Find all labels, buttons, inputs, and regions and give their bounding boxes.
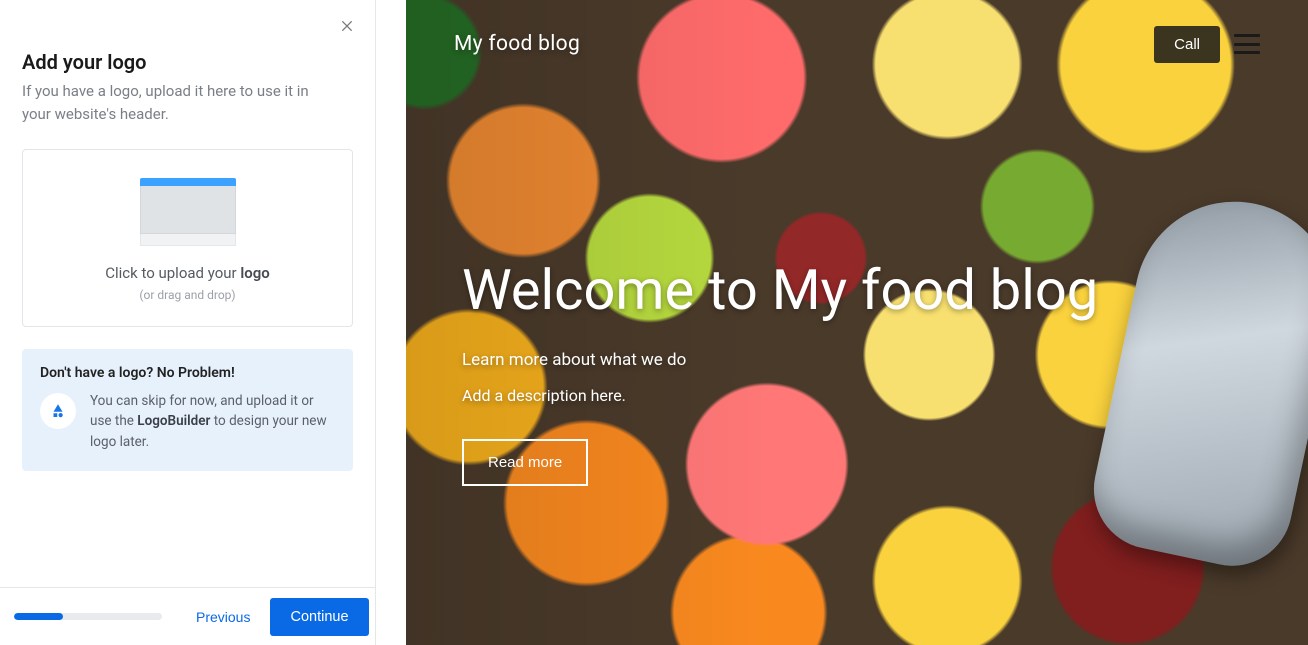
upload-text-prefix: Click to upload your [105, 264, 240, 282]
topbar-actions: Call [1154, 26, 1260, 63]
logo-tip-box: Don't have a logo? No Problem! You can s… [22, 349, 353, 472]
wizard-sidebar: Add your logo If you have a logo, upload… [0, 0, 376, 645]
upload-placeholder-icon [140, 178, 236, 246]
preview-topbar: My food blog Call [454, 24, 1260, 64]
panel-title: Add your logo [22, 50, 353, 74]
hamburger-menu-icon[interactable] [1234, 34, 1260, 54]
logobuilder-icon [40, 393, 76, 429]
site-preview: My food blog Call Welcome to My food blo… [406, 0, 1308, 645]
upload-text: Click to upload your logo [43, 264, 332, 282]
wizard-progress-fill [14, 613, 63, 620]
upload-drag-hint: (or drag and drop) [43, 288, 332, 302]
logo-tip-title: Don't have a logo? No Problem! [40, 365, 335, 381]
close-button[interactable] [335, 14, 359, 38]
hero-line-2: Add a description here. [462, 386, 1182, 405]
hero-content: My food blog Call Welcome to My food blo… [406, 0, 1308, 645]
wizard-progress-bar [14, 613, 162, 620]
close-icon [339, 18, 355, 34]
hero-main: Welcome to My food blog Learn more about… [462, 64, 1182, 621]
wizard-sidebar-body: Add your logo If you have a logo, upload… [0, 0, 375, 587]
logo-upload-dropzone[interactable]: Click to upload your logo (or drag and d… [22, 149, 353, 327]
previous-button[interactable]: Previous [190, 601, 256, 633]
read-more-button[interactable]: Read more [462, 439, 588, 486]
site-title: My food blog [454, 32, 580, 56]
call-button[interactable]: Call [1154, 26, 1220, 63]
hero-heading: Welcome to My food blog [462, 259, 1182, 322]
upload-text-bold: logo [240, 264, 269, 282]
site-preview-pane: My food blog Call Welcome to My food blo… [376, 0, 1308, 645]
logobuilder-link[interactable]: LogoBuilder [137, 413, 210, 429]
logo-tip-body: You can skip for now, and upload it or u… [90, 391, 335, 454]
panel-subtitle: If you have a logo, upload it here to us… [22, 80, 332, 127]
continue-button[interactable]: Continue [270, 598, 368, 636]
wizard-footer: Previous Continue [0, 587, 375, 645]
hero-line-1: Learn more about what we do [462, 350, 1182, 370]
